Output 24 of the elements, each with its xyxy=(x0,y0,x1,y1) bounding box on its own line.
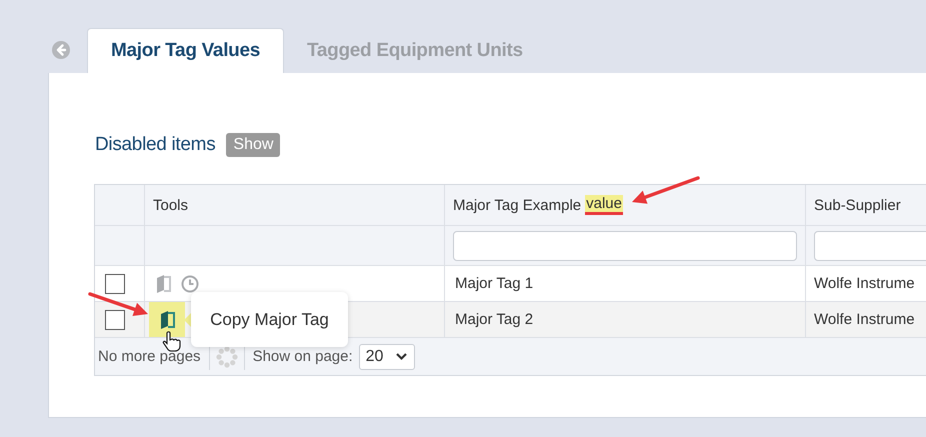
page-size-dropdown[interactable]: 20 xyxy=(358,344,416,370)
chevron-icon xyxy=(395,352,408,361)
pager-status: No more pages xyxy=(98,348,201,365)
clock-icon[interactable] xyxy=(181,274,199,292)
checkbox[interactable] xyxy=(105,310,125,330)
copy-icon[interactable] xyxy=(159,310,175,330)
table-cell: Wolfe Instrume xyxy=(806,302,926,338)
column-header: Tools xyxy=(153,196,188,214)
tooltip: Copy Major Tag xyxy=(191,292,348,347)
table-cell: Major Tag 2 xyxy=(445,302,806,338)
table-cell: Major Tag 1 xyxy=(445,266,806,302)
filter-field[interactable] xyxy=(814,230,926,260)
back-icon[interactable] xyxy=(52,41,70,59)
highlighted-word: value xyxy=(585,195,623,215)
checkbox[interactable] xyxy=(105,274,125,294)
filter-field[interactable] xyxy=(453,230,797,260)
column-header: Sub-Supplier xyxy=(814,196,901,214)
column-header: Major Tag Example xyxy=(453,196,582,214)
spinner-icon xyxy=(216,346,238,368)
page-size-label: Show on page: xyxy=(252,348,353,365)
disabled-items-label: Disabled items xyxy=(95,134,216,156)
tab[interactable]: Major Tag Values xyxy=(87,28,284,73)
annotation-arrow xyxy=(632,176,700,204)
annotation-arrow xyxy=(88,292,148,316)
